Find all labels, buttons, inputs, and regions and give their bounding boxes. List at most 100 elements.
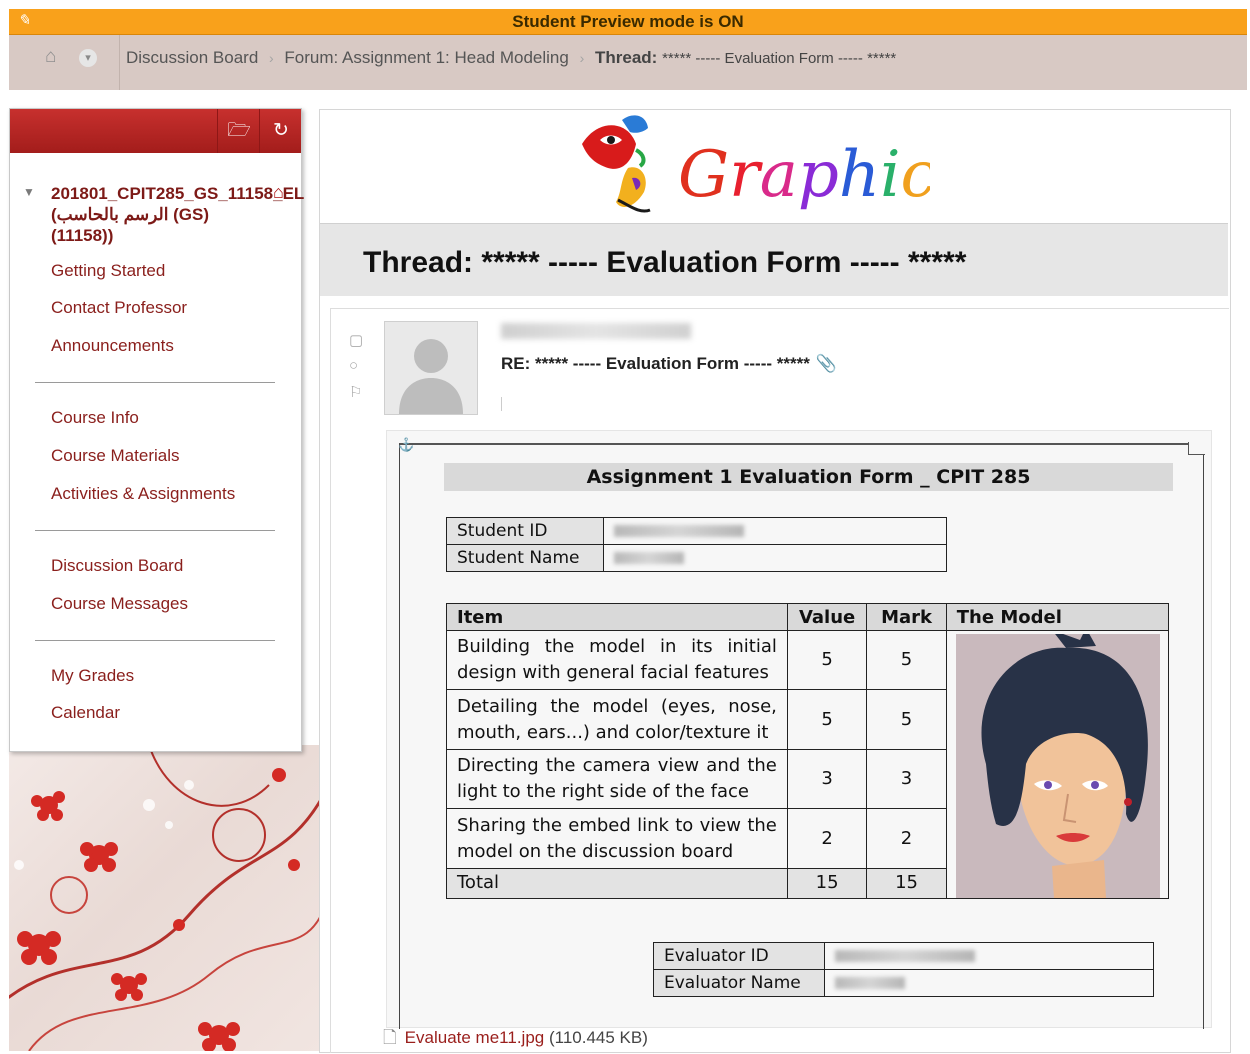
sidebar-item-getting-started[interactable]: Getting Started <box>51 261 165 281</box>
breadcrumb-current-prefix: Thread: <box>594 48 658 67</box>
student-id-value-redacted <box>603 517 947 545</box>
page-corner <box>1188 442 1205 455</box>
evaluation-table: Item Value Mark The Model Building the m… <box>446 603 1170 900</box>
sidebar-item-course-messages[interactable]: Course Messages <box>51 594 188 614</box>
criterion-value: 3 <box>786 748 868 810</box>
header-model: The Model <box>945 603 1170 631</box>
avatar <box>384 321 478 415</box>
breadcrumb-current: ***** ----- Evaluation Form ----- ***** <box>662 50 897 67</box>
total-mark: 15 <box>866 867 947 900</box>
evaluator-id-value-redacted <box>824 942 1154 970</box>
menu-divider <box>35 382 275 383</box>
criterion-mark: 3 <box>866 748 947 810</box>
total-value: 15 <box>786 867 868 900</box>
evaluator-name-label: Evaluator Name <box>653 969 825 997</box>
student-id-label: Student ID <box>446 517 604 545</box>
student-name-label: Student Name <box>446 544 604 572</box>
sidebar-item-announcements[interactable]: Announcements <box>51 336 174 356</box>
table-row: Evaluator Name <box>653 969 1154 997</box>
criterion-item: Sharing the embed link to view the model… <box>446 808 788 869</box>
sidebar-item-course-materials[interactable]: Course Materials <box>51 446 180 466</box>
student-name-value-redacted <box>603 544 947 572</box>
criterion-item: Directing the camera view and the light … <box>446 748 788 810</box>
post-subject: RE: ***** ----- Evaluation Form ----- **… <box>501 354 837 374</box>
sidebar-item-my-grades[interactable]: My Grades <box>51 666 134 686</box>
total-label: Total <box>446 867 788 900</box>
criterion-mark: 5 <box>866 629 947 691</box>
head-model-illustration <box>955 634 1160 898</box>
table-row: Student ID <box>446 517 947 545</box>
sidebar-item-activities-assignments[interactable]: Activities & Assignments <box>51 484 235 504</box>
header-mark: Mark <box>866 603 947 631</box>
read-status-radio[interactable]: ○ <box>349 357 358 374</box>
main-content: Graphics Thread: ***** ----- Evaluation … <box>319 109 1231 1053</box>
flag-icon[interactable]: ⚐ <box>349 383 362 401</box>
sidebar-item-course-info[interactable]: Course Info <box>51 408 139 428</box>
logo-text: Graphics <box>678 138 930 212</box>
course-home-icon[interactable]: ⌂ <box>273 182 284 203</box>
evaluator-info-table: Evaluator ID Evaluator Name <box>653 942 1154 997</box>
attachment: 🗋 Evaluate me11.jpg (110.445 KB) <box>383 1025 648 1054</box>
criterion-mark: 2 <box>866 808 947 869</box>
course-menu-panel: 🗁 ↻ ▼ 201801_CPIT285_GS_11158_EL (الرسم … <box>9 108 304 752</box>
attachment-link[interactable]: Evaluate me11.jpg <box>405 1028 545 1047</box>
menu-divider <box>35 530 275 531</box>
table-row: Student Name <box>446 544 947 572</box>
painted-face-logo-icon: Graphics <box>582 115 969 213</box>
page-title: Thread: ***** ----- Evaluation Form ----… <box>363 246 967 279</box>
folder-view-icon[interactable]: 🗁 <box>217 109 260 153</box>
floral-background <box>9 745 320 1051</box>
student-info-table: Student ID Student Name <box>446 517 947 572</box>
banner-title: Student Preview mode is ON <box>512 12 744 31</box>
home-icon[interactable]: ⌂ <box>45 46 56 68</box>
anchor-icon: ⚓ <box>398 437 415 452</box>
breadcrumb-bar: ⌂ ▾ Discussion Board › Forum: Assignment… <box>9 35 1247 90</box>
header-value: Value <box>786 603 868 631</box>
paperclip-icon: 📎 <box>815 354 838 373</box>
author-name-redacted <box>501 323 691 339</box>
table-header-row: Item Value Mark The Model <box>446 603 1170 631</box>
breadcrumb-arrow-icon: › <box>269 50 274 66</box>
file-icon: 🗋 <box>383 1028 397 1047</box>
sidebar-item-contact-professor[interactable]: Contact Professor <box>51 298 187 318</box>
form-title: Assignment 1 Evaluation Form _ CPIT 285 <box>444 463 1173 491</box>
default-user-icon <box>385 322 477 414</box>
post-subject-text: RE: ***** ----- Evaluation Form ----- **… <box>501 354 810 373</box>
form-paper: ⚓ Assignment 1 Evaluation Form _ CPIT 28… <box>398 437 1205 1029</box>
course-menu-header: 🗁 ↻ <box>10 109 301 153</box>
breadcrumb-forum[interactable]: Forum: Assignment 1: Head Modeling <box>284 48 568 67</box>
breadcrumb-separator-line <box>119 35 120 90</box>
table-row: Evaluator ID <box>653 942 1154 970</box>
evaluation-form-image: ⚓ Assignment 1 Evaluation Form _ CPIT 28… <box>386 430 1212 1029</box>
collapse-triangle-icon[interactable]: ▼ <box>23 185 35 199</box>
sidebar-item-discussion-board[interactable]: Discussion Board <box>51 556 183 576</box>
student-preview-banner: ✎ Student Preview mode is ON <box>9 9 1247 35</box>
course-title[interactable]: 201801_CPIT285_GS_11158_EL (الرسم بالحاس… <box>51 183 304 246</box>
select-post-checkbox[interactable]: ▢ <box>349 331 363 349</box>
chevron-down-icon[interactable]: ▾ <box>79 49 97 67</box>
head-model-image <box>955 634 1160 898</box>
criterion-item: Building the model in its initial design… <box>446 629 788 691</box>
breadcrumb-arrow-icon: › <box>579 50 585 66</box>
table-row: Building the model in its initial design… <box>446 629 1170 899</box>
post-body-marker <box>501 397 502 411</box>
menu-divider <box>35 640 275 641</box>
discussion-post: ▢ ○ ⚐ RE: ***** ----- Evaluation Form --… <box>330 308 1229 1053</box>
criterion-value: 5 <box>786 689 868 750</box>
breadcrumb-discussion-board[interactable]: Discussion Board <box>126 48 258 67</box>
criterion-mark: 5 <box>866 689 947 750</box>
graphics-logo: Graphics <box>570 110 969 220</box>
evaluator-name-value-redacted <box>824 969 1154 997</box>
attachment-size: (110.445 KB) <box>548 1028 648 1047</box>
criterion-item: Detailing the model (eyes, nose, mouth, … <box>446 689 788 750</box>
thread-header: Thread: ***** ----- Evaluation Form ----… <box>320 223 1228 296</box>
sidebar-item-calendar[interactable]: Calendar <box>51 703 120 723</box>
breadcrumb: Discussion Board › Forum: Assignment 1: … <box>126 48 896 68</box>
refresh-icon[interactable]: ↻ <box>259 109 302 153</box>
criterion-value: 2 <box>786 808 868 869</box>
evaluator-id-label: Evaluator ID <box>653 942 825 970</box>
floral-decoration <box>9 745 320 1051</box>
header-item: Item <box>446 603 788 631</box>
model-cell <box>945 630 1170 899</box>
criterion-value: 5 <box>786 629 868 691</box>
